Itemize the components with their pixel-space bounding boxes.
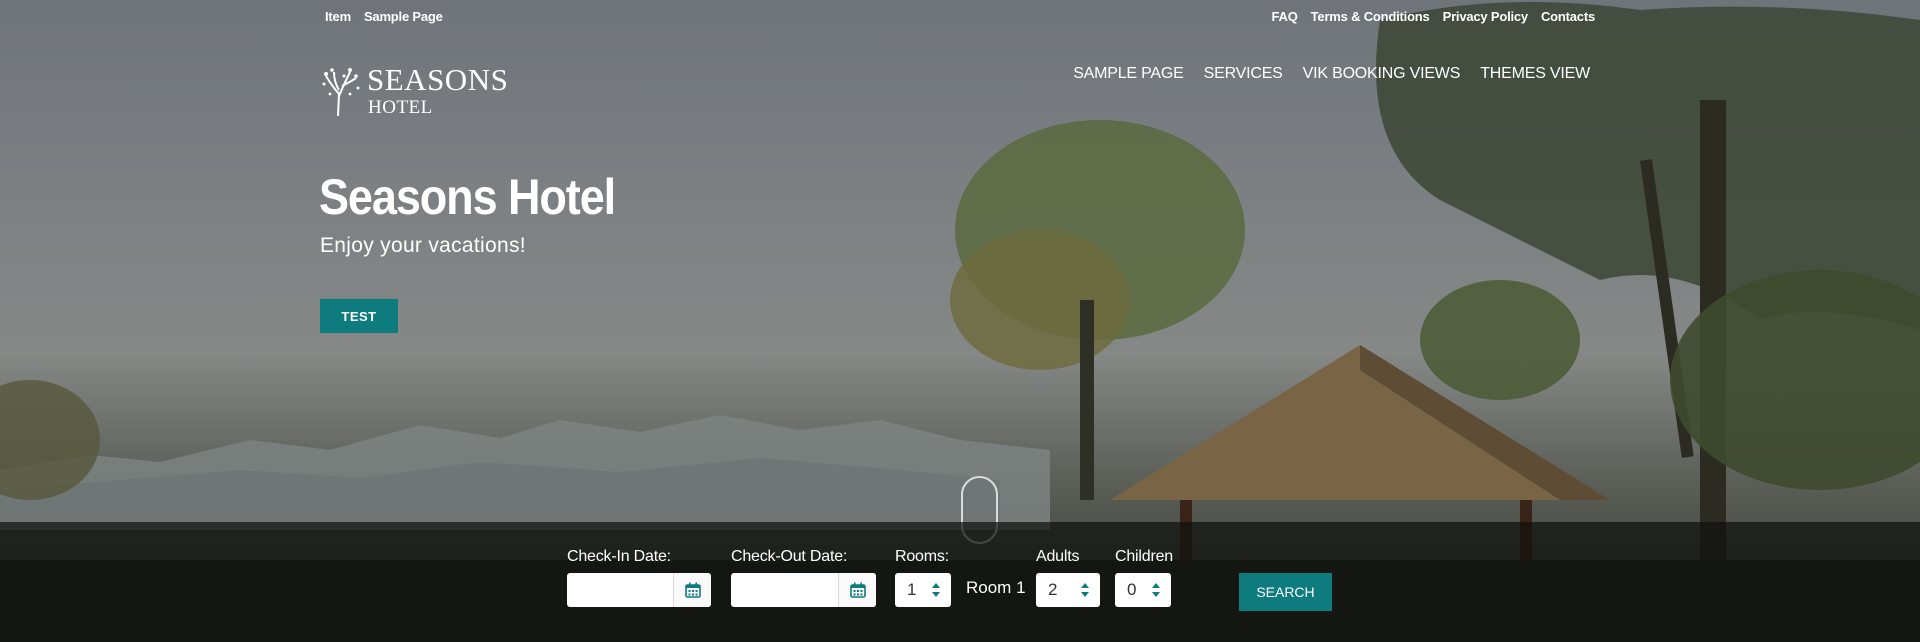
main-navigation: SAMPLE PAGE SERVICES VIK BOOKING VIEWS T…: [1073, 65, 1590, 83]
rooms-select[interactable]: 1: [895, 573, 951, 607]
rooms-label: Rooms:: [895, 548, 949, 565]
top-link-item[interactable]: Item: [325, 9, 351, 24]
top-link-terms[interactable]: Terms & Conditions: [1311, 9, 1430, 24]
hero-title: Seasons Hotel: [319, 169, 616, 225]
children-select[interactable]: 0: [1115, 573, 1171, 607]
nav-item-services[interactable]: SERVICES: [1204, 65, 1283, 83]
nav-item-themes-view[interactable]: THEMES VIEW: [1480, 65, 1590, 83]
adults-select[interactable]: 2: [1036, 573, 1100, 607]
search-button[interactable]: SEARCH: [1239, 573, 1332, 611]
top-links-left: Item Sample Page: [325, 9, 443, 24]
checkout-date-value[interactable]: [731, 573, 838, 607]
up-down-arrows-icon: [1152, 583, 1160, 597]
checkout-date-field[interactable]: [731, 573, 876, 607]
rooms-value: 1: [907, 580, 917, 599]
logo-text-line2: HOTEL: [368, 97, 433, 118]
top-utility-bar: Item Sample Page FAQ Terms & Conditions …: [0, 9, 1920, 25]
top-link-privacy[interactable]: Privacy Policy: [1443, 9, 1529, 24]
adults-label: Adults: [1036, 548, 1080, 565]
checkin-date-value[interactable]: [567, 573, 673, 607]
calendar-icon[interactable]: [673, 573, 711, 607]
calendar-icon[interactable]: [838, 573, 876, 607]
adults-value: 2: [1048, 580, 1058, 599]
children-label: Children: [1115, 548, 1173, 565]
site-logo[interactable]: SEASONS HOTEL: [320, 60, 510, 120]
logo-text-line1: SEASONS: [367, 62, 509, 97]
top-links-right: FAQ Terms & Conditions Privacy Policy Co…: [1272, 9, 1596, 24]
checkin-date-field[interactable]: [567, 573, 711, 607]
nav-item-vik-booking-views[interactable]: VIK BOOKING VIEWS: [1303, 65, 1461, 83]
children-value: 0: [1127, 580, 1137, 599]
nav-item-sample-page[interactable]: SAMPLE PAGE: [1073, 65, 1184, 83]
top-link-sample-page[interactable]: Sample Page: [364, 9, 443, 24]
checkin-label: Check-In Date:: [567, 548, 671, 565]
top-link-faq[interactable]: FAQ: [1272, 9, 1298, 24]
test-button[interactable]: TEST: [320, 299, 398, 333]
up-down-arrows-icon: [1081, 583, 1089, 597]
up-down-arrows-icon: [932, 583, 940, 597]
tree-icon: [322, 68, 360, 116]
booking-search-bar: Check-In Date: Check-Out Date: Rooms: 1 …: [0, 522, 1920, 642]
checkout-label: Check-Out Date:: [731, 548, 848, 565]
hero-subtitle: Enjoy your vacations!: [320, 234, 526, 257]
top-link-contacts[interactable]: Contacts: [1541, 9, 1595, 24]
room-name: Room 1: [966, 578, 1026, 597]
